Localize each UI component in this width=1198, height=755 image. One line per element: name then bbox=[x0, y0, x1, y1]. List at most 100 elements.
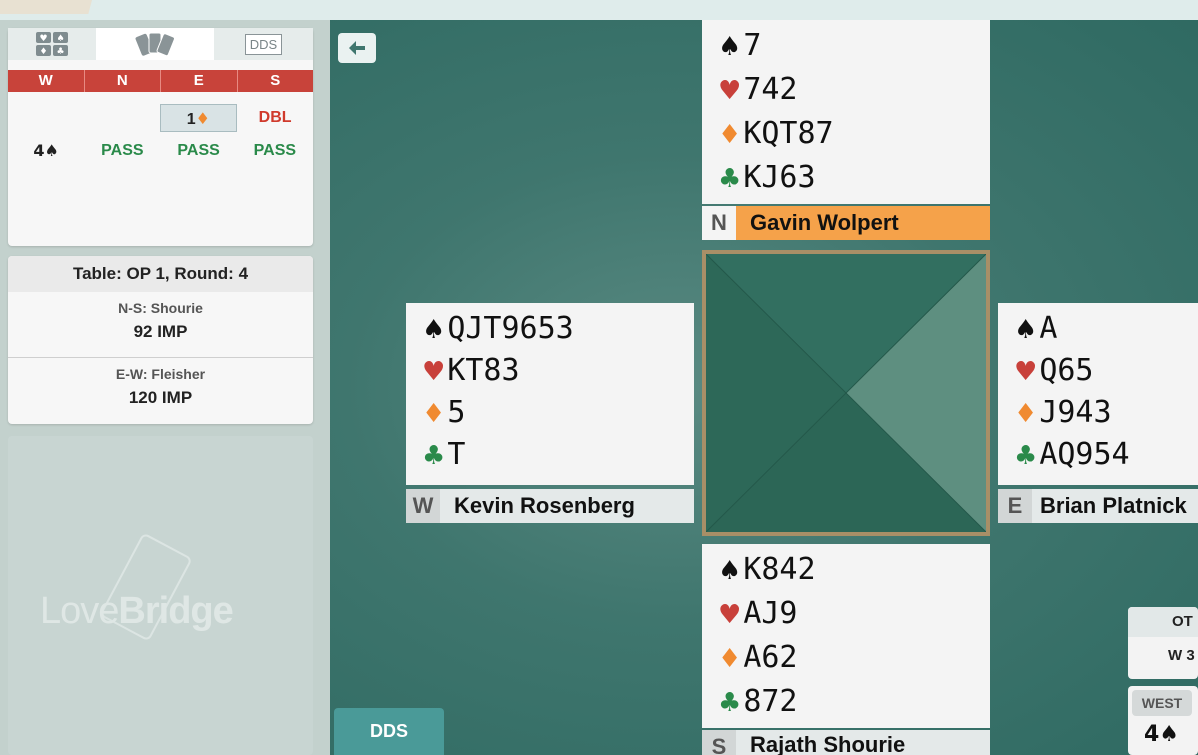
logo-text-light: Love bbox=[40, 590, 119, 632]
west-spades: ♠QJT9653 bbox=[422, 309, 574, 350]
trick-area-triangles bbox=[706, 254, 986, 532]
north-spades: ♠7 bbox=[718, 26, 761, 67]
bid-cell: DBL bbox=[258, 109, 292, 126]
east-player-bar[interactable]: E Brian Platnick bbox=[998, 489, 1198, 523]
heart-icon: ♥ bbox=[1014, 357, 1038, 387]
south-player-bar[interactable]: S Rajath Shourie bbox=[702, 730, 990, 755]
diamond-cards: J943 bbox=[1039, 395, 1112, 430]
heart-icon: ♥ bbox=[718, 600, 742, 630]
club-cards: KJ63 bbox=[743, 160, 816, 195]
trick-area bbox=[702, 250, 990, 536]
dds-icon: DDS bbox=[244, 33, 283, 55]
svg-text:♠: ♠ bbox=[56, 34, 64, 44]
other-table-value: W 3 bbox=[1168, 647, 1195, 664]
club-cards: 872 bbox=[743, 684, 798, 719]
ew-score: 120 IMP bbox=[128, 388, 193, 407]
diamond-cards: 5 bbox=[447, 395, 466, 430]
south-diamonds: ♦A62 bbox=[718, 638, 798, 679]
north-diamonds: ♦KQT87 bbox=[718, 114, 834, 155]
player-name: Gavin Wolpert bbox=[750, 210, 899, 235]
bid-cell: 4♠ bbox=[33, 141, 59, 160]
tab-dds[interactable]: DDS bbox=[214, 28, 313, 60]
tab-hands[interactable] bbox=[96, 28, 214, 60]
west-clubs: ♣T bbox=[422, 435, 465, 476]
bid-header-north: N bbox=[83, 70, 161, 92]
back-arrow-icon bbox=[349, 41, 365, 55]
bid-header-west: W bbox=[38, 72, 53, 89]
bidding-panel: ♥ ♠ ♦ ♣ DDS W N E S 1♦ DBL 4♠ PASS PASS … bbox=[8, 28, 313, 246]
north-hand: ♠7 ♥742 ♦KQT87 ♣KJ63 bbox=[702, 20, 990, 204]
logo-text-bold: Bridge bbox=[118, 590, 233, 632]
bid-cell: PASS bbox=[253, 142, 297, 159]
lovebridge-logo: LoveBridge bbox=[40, 590, 234, 633]
diamond-cards: A62 bbox=[743, 640, 798, 675]
spade-icon: ♠ bbox=[422, 315, 446, 345]
svg-text:♦: ♦ bbox=[39, 47, 47, 57]
east-clubs: ♣AQ954 bbox=[1014, 435, 1130, 476]
club-icon: ♣ bbox=[718, 688, 742, 718]
south-clubs: ♣872 bbox=[718, 682, 798, 723]
diamond-icon: ♦ bbox=[195, 109, 210, 128]
bid-header-east: E bbox=[160, 70, 237, 92]
dummy-cards-icon: ♥ ♠ ♦ ♣ bbox=[36, 32, 68, 57]
fan-cards-icon bbox=[135, 32, 175, 57]
bidding-row: 1♦ DBL bbox=[8, 104, 313, 132]
player-name: Kevin Rosenberg bbox=[454, 493, 635, 518]
seat-badge: W bbox=[406, 489, 440, 523]
east-spades: ♠A bbox=[1014, 309, 1057, 350]
spade-cards: 7 bbox=[743, 28, 762, 63]
heart-cards: 742 bbox=[743, 72, 798, 107]
east-diamonds: ♦J943 bbox=[1014, 393, 1112, 434]
dds-button[interactable]: DDS bbox=[334, 708, 444, 755]
bid-cell: PASS bbox=[177, 142, 220, 159]
other-table-card[interactable]: OT W 3 bbox=[1128, 607, 1198, 679]
west-hand: ♠QJT9653 ♥KT83 ♦5 ♣T bbox=[406, 303, 694, 485]
north-hearts: ♥742 bbox=[718, 70, 798, 111]
bidding-row: 4♠ PASS PASS PASS bbox=[8, 137, 313, 165]
west-diamonds: ♦5 bbox=[422, 393, 465, 434]
club-cards: AQ954 bbox=[1039, 437, 1130, 472]
south-spades: ♠K842 bbox=[718, 550, 816, 591]
contract-declarer: WEST bbox=[1132, 690, 1192, 716]
ns-score: 92 IMP bbox=[133, 322, 188, 341]
club-icon: ♣ bbox=[718, 164, 742, 194]
other-table-header: OT bbox=[1128, 607, 1198, 637]
bid-header-south: S bbox=[236, 70, 314, 92]
south-hand: ♠K842 ♥AJ9 ♦A62 ♣872 bbox=[702, 544, 990, 728]
heart-cards: KT83 bbox=[447, 353, 520, 388]
heart-cards: AJ9 bbox=[743, 596, 798, 631]
north-clubs: ♣KJ63 bbox=[718, 158, 816, 199]
seat-badge: N bbox=[702, 206, 736, 240]
east-hearts: ♥Q65 bbox=[1014, 351, 1094, 392]
seat-badge: S bbox=[702, 730, 736, 755]
back-button[interactable] bbox=[338, 33, 376, 63]
svg-text:♣: ♣ bbox=[56, 47, 64, 57]
east-hand: ♠A ♥Q65 ♦J943 ♣AQ954 bbox=[998, 303, 1198, 485]
top-tab-decoration bbox=[0, 0, 92, 14]
divider bbox=[8, 357, 313, 358]
bid-cell: PASS bbox=[101, 142, 144, 159]
top-strip bbox=[0, 0, 1198, 20]
contract-card[interactable]: WEST 4♠ bbox=[1128, 686, 1198, 755]
diamond-cards: KQT87 bbox=[743, 116, 834, 151]
tab-dummy-cards[interactable]: ♥ ♠ ♦ ♣ bbox=[8, 28, 96, 60]
svg-text:♥: ♥ bbox=[39, 34, 47, 44]
club-icon: ♣ bbox=[1014, 441, 1038, 471]
south-hearts: ♥AJ9 bbox=[718, 594, 798, 635]
spade-icon: ♠ bbox=[1014, 315, 1038, 345]
player-name: Rajath Shourie bbox=[750, 732, 906, 755]
club-cards: T bbox=[447, 437, 466, 472]
north-player-bar[interactable]: N Gavin Wolpert bbox=[702, 206, 990, 240]
table-info-panel: Table: OP 1, Round: 4 N-S: Shourie 92 IM… bbox=[8, 256, 313, 424]
ns-team: N-S: Shourie bbox=[118, 300, 203, 316]
bid-cell bbox=[8, 104, 84, 132]
spade-cards: A bbox=[1039, 311, 1058, 346]
table-title: Table: OP 1, Round: 4 bbox=[8, 256, 313, 292]
bid-cell-highlighted: 1♦ bbox=[159, 104, 238, 132]
diamond-icon: ♦ bbox=[422, 399, 446, 429]
heart-icon: ♥ bbox=[422, 357, 446, 387]
spade-icon: ♠ bbox=[718, 556, 742, 586]
player-name: Brian Platnick bbox=[1040, 493, 1187, 518]
spade-icon: ♠ bbox=[718, 32, 742, 62]
west-player-bar[interactable]: W Kevin Rosenberg bbox=[406, 489, 694, 523]
